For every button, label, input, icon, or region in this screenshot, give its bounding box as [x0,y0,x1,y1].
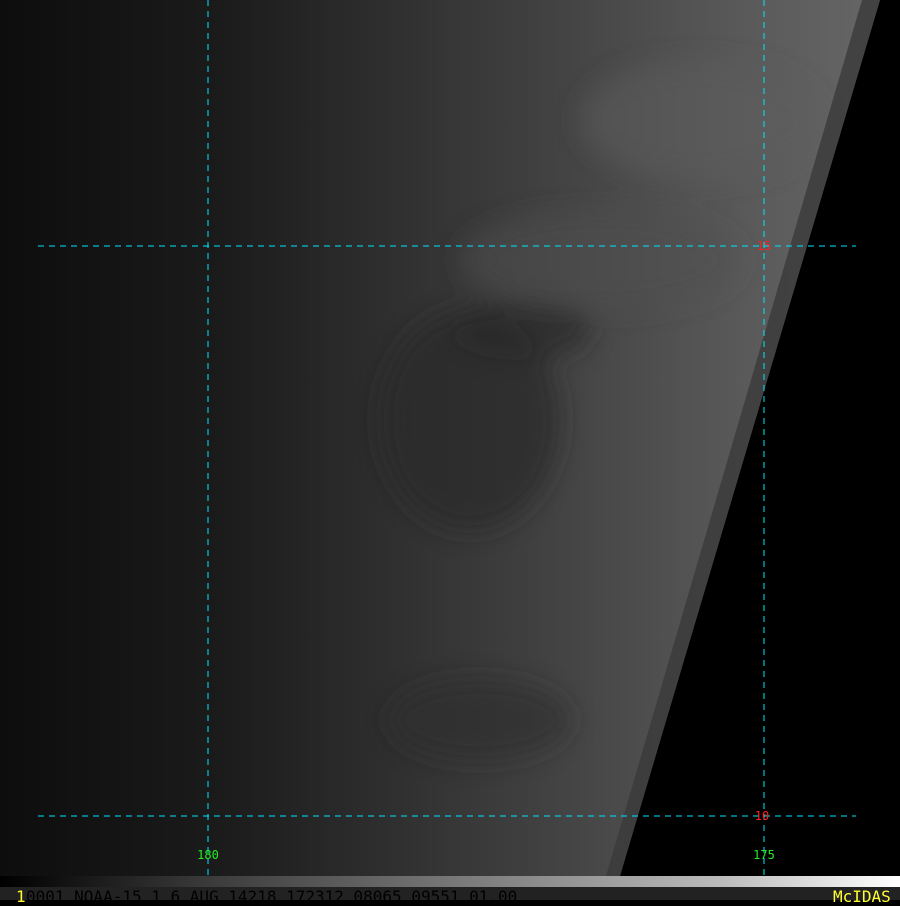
lat-label-10: 10 [754,809,770,823]
lat-label-15: 15 [756,239,772,253]
satellite-image [0,0,900,876]
frame-number: 1 [16,887,26,906]
lon-label-180: 180 [197,848,219,862]
mcidas-brand: McIDAS [833,887,891,906]
grayscale-bar [0,876,900,887]
lon-label-175: 175 [753,848,775,862]
image-metadata: 0001 NOAA-15 1 6 AUG 14218 172312 08065 … [26,887,518,906]
